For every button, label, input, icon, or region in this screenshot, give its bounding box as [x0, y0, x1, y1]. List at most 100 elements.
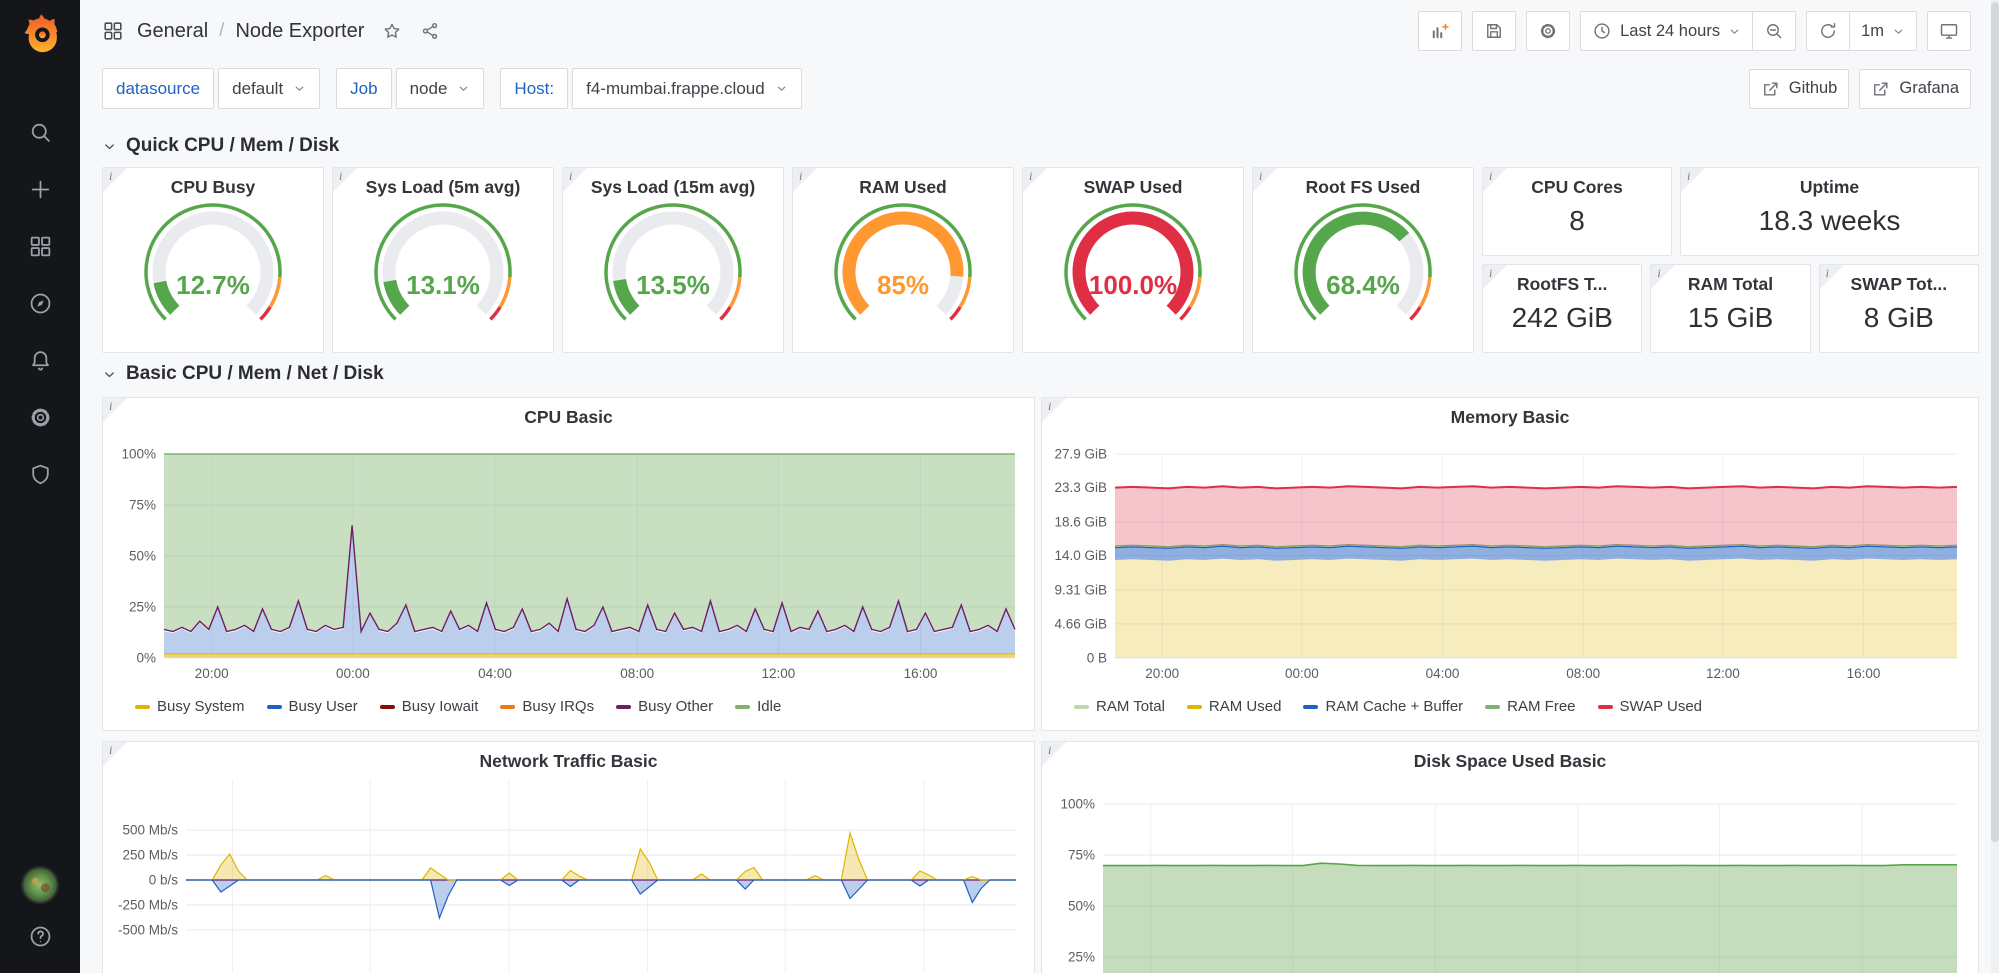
panel-info-icon[interactable]: i	[1023, 168, 1047, 192]
panel-info-icon[interactable]: i	[1820, 265, 1844, 289]
legend-item[interactable]: RAM Total	[1074, 698, 1165, 715]
panel-info-icon[interactable]: i	[1483, 265, 1507, 289]
star-icon[interactable]	[382, 21, 402, 41]
legend-item[interactable]: Busy Other	[616, 698, 713, 715]
help-icon[interactable]	[28, 924, 53, 949]
legend-swatch	[1187, 705, 1202, 709]
panel-info-icon[interactable]: i	[1253, 168, 1277, 192]
legend-item[interactable]: RAM Cache + Buffer	[1303, 698, 1463, 715]
variable-value-dropdown[interactable]: default	[218, 68, 320, 109]
panel-title[interactable]: CPU Cores	[1531, 168, 1622, 198]
panel-info-icon[interactable]: i	[1042, 398, 1066, 422]
disk-space-chart[interactable]: 20:0000:0004:0008:0012:0016:00100%75%50%…	[1051, 774, 1969, 973]
legend-item[interactable]: Busy System	[135, 698, 245, 715]
breadcrumb-title[interactable]: Node Exporter	[235, 20, 364, 43]
legend-item[interactable]: SWAP Used	[1598, 698, 1703, 715]
panel-title[interactable]: CPU Basic	[524, 398, 613, 428]
panel-title[interactable]: Sys Load (5m avg)	[366, 168, 521, 198]
variable-value-dropdown[interactable]: f4-mumbai.frappe.cloud	[572, 68, 802, 109]
dashboard-grid-icon[interactable]	[102, 20, 124, 42]
row-header-quick-cpu-mem-disk[interactable]: Quick CPU / Mem / Disk	[102, 125, 1979, 167]
svg-text:00:00: 00:00	[336, 666, 370, 681]
panel-info-icon[interactable]: i	[793, 168, 817, 192]
svg-text:68.4%: 68.4%	[1326, 270, 1400, 300]
svg-text:04:00: 04:00	[478, 666, 512, 681]
row-title: Basic CPU / Mem / Net / Disk	[126, 363, 384, 385]
save-dashboard-button[interactable]	[1472, 11, 1516, 51]
panel-title[interactable]: Root FS Used	[1306, 168, 1421, 198]
variable-job: Job node	[336, 68, 484, 109]
alerting-bell-icon[interactable]	[28, 348, 53, 373]
server-admin-shield-icon[interactable]	[28, 462, 53, 487]
panel-info-icon[interactable]: i	[103, 742, 127, 766]
panel-info-icon[interactable]: i	[1651, 265, 1675, 289]
search-icon[interactable]	[28, 120, 53, 145]
refresh-interval-label: 1m	[1861, 22, 1884, 41]
stat-value: 242 GiB	[1512, 302, 1613, 334]
legend-item[interactable]: Busy Iowait	[380, 698, 479, 715]
explore-compass-icon[interactable]	[28, 291, 53, 316]
share-icon[interactable]	[420, 21, 440, 41]
panel-info-icon[interactable]: i	[333, 168, 357, 192]
cycle-view-button[interactable]	[1927, 11, 1971, 51]
svg-text:13.5%: 13.5%	[636, 270, 710, 300]
panel-title[interactable]: RAM Total	[1688, 265, 1773, 295]
breadcrumb-section[interactable]: General	[137, 20, 208, 43]
panel-info-icon[interactable]: i	[103, 168, 127, 192]
svg-text:14.0 GiB: 14.0 GiB	[1054, 548, 1107, 563]
panel-title[interactable]: SWAP Tot...	[1851, 265, 1948, 295]
memory-basic-chart[interactable]: 20:0000:0004:0008:0012:0016:000 B4.66 Gi…	[1051, 430, 1969, 698]
panel-title[interactable]: Uptime	[1800, 168, 1859, 198]
panel-info-icon[interactable]: i	[1042, 742, 1066, 766]
panel-title[interactable]: RAM Used	[859, 168, 947, 198]
configuration-gear-icon[interactable]	[28, 405, 53, 430]
legend-item[interactable]: Busy IRQs	[500, 698, 594, 715]
dashboards-icon[interactable]	[28, 234, 53, 259]
panel-info-icon[interactable]: i	[563, 168, 587, 192]
row-header-basic-cpu-mem-net-disk[interactable]: Basic CPU / Mem / Net / Disk	[102, 353, 1979, 395]
svg-text:16:00: 16:00	[1847, 666, 1881, 681]
legend-item[interactable]: Idle	[735, 698, 781, 715]
github-link-button[interactable]: Github	[1749, 69, 1850, 109]
variable-label: datasource	[102, 68, 214, 109]
panel-title[interactable]: Disk Space Used Basic	[1414, 742, 1607, 772]
grafana-link-button[interactable]: Grafana	[1859, 69, 1971, 109]
panel-title[interactable]: Sys Load (15m avg)	[591, 168, 755, 198]
panel-info-icon[interactable]: i	[1483, 168, 1507, 192]
panel-title[interactable]: RootFS T...	[1517, 265, 1607, 295]
panel-title[interactable]: CPU Busy	[171, 168, 256, 198]
scrollbar-thumb[interactable]	[1991, 2, 1999, 842]
scrollbar[interactable]	[1991, 0, 1999, 973]
legend-item[interactable]: RAM Used	[1187, 698, 1282, 715]
legend-label: Busy System	[157, 698, 245, 715]
panel-disk-space-used-basic: i Disk Space Used Basic 20:0000:0004:000…	[1041, 741, 1979, 973]
gear-icon	[1538, 21, 1558, 41]
panel-title[interactable]: SWAP Used	[1084, 168, 1183, 198]
variable-value-dropdown[interactable]: node	[396, 68, 485, 109]
refresh-button[interactable]	[1806, 11, 1850, 51]
user-avatar[interactable]	[21, 866, 59, 904]
network-traffic-chart[interactable]: 20:0000:0004:0008:0012:0016:00500 Mb/s25…	[110, 774, 1028, 973]
add-panel-button[interactable]	[1418, 11, 1462, 51]
refresh-interval-picker[interactable]: 1m	[1850, 11, 1917, 51]
svg-text:100.0%: 100.0%	[1089, 270, 1177, 300]
panel-title[interactable]: Network Traffic Basic	[480, 742, 658, 772]
panel-cpu-busy: iCPU Busy12.7%	[102, 167, 324, 353]
legend-label: RAM Free	[1507, 698, 1575, 715]
panel-title[interactable]: Memory Basic	[1451, 398, 1570, 428]
dashboard-settings-button[interactable]	[1526, 11, 1570, 51]
svg-text:20:00: 20:00	[1145, 666, 1179, 681]
zoom-out-button[interactable]	[1753, 11, 1796, 51]
legend-item[interactable]: Busy User	[267, 698, 358, 715]
svg-text:250 Mb/s: 250 Mb/s	[122, 848, 178, 863]
legend-label: Busy IRQs	[522, 698, 594, 715]
variable-value: node	[410, 79, 448, 99]
cpu-basic-chart[interactable]: 20:0000:0004:0008:0012:0016:000%25%50%75…	[112, 430, 1025, 698]
legend-item[interactable]: RAM Free	[1485, 698, 1575, 715]
time-range-picker[interactable]: Last 24 hours	[1580, 11, 1753, 51]
charts-grid: i CPU Basic 20:0000:0004:0008:0012:0016:…	[102, 397, 1979, 973]
grafana-logo[interactable]	[17, 8, 63, 54]
plus-icon[interactable]	[28, 177, 53, 202]
panel-info-icon[interactable]: i	[103, 398, 127, 422]
panel-info-icon[interactable]: i	[1681, 168, 1705, 192]
